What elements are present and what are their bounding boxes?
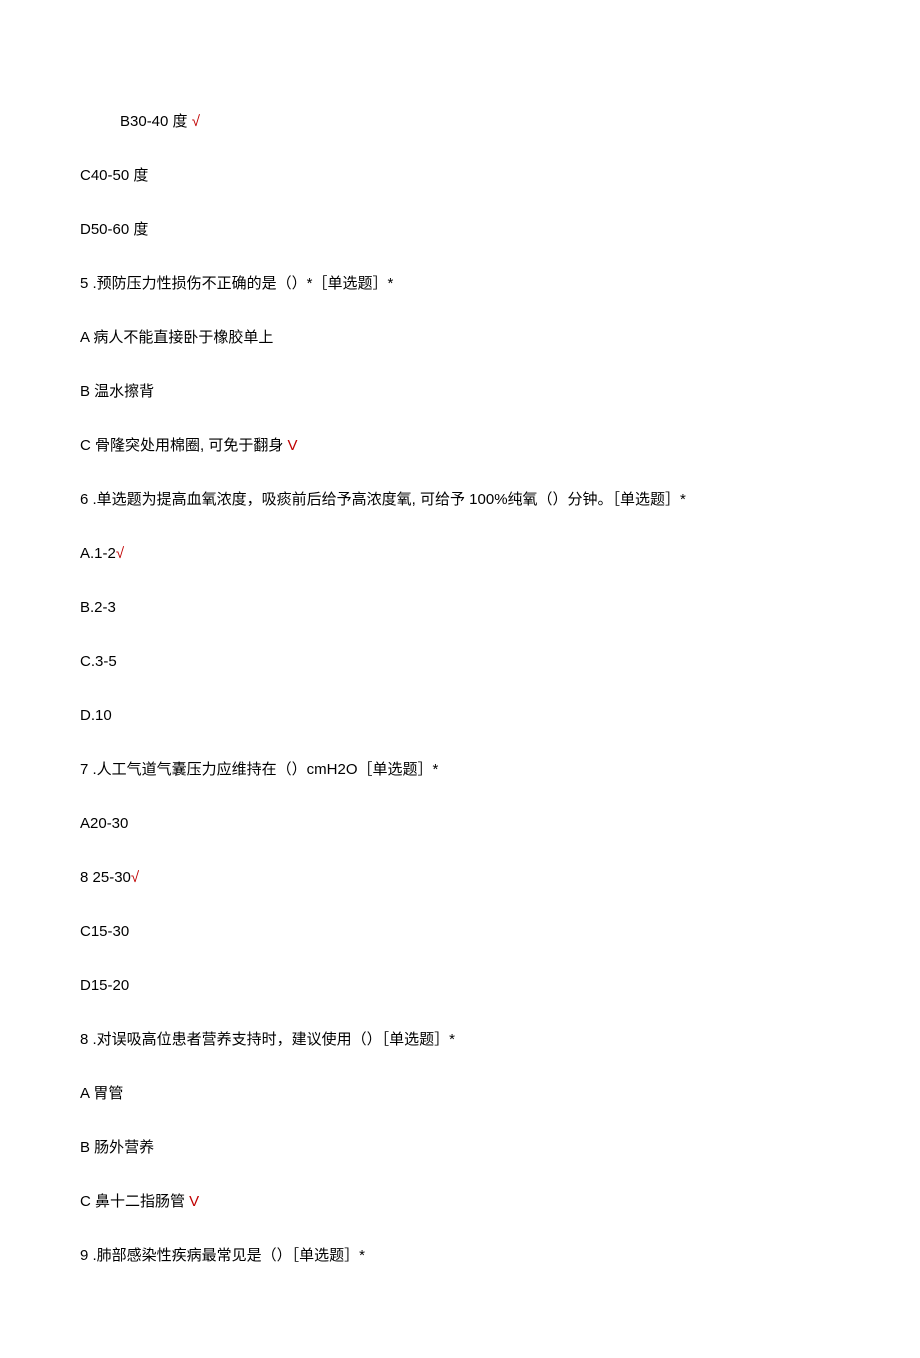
text-line-8: A.1-2√ <box>80 542 840 566</box>
line-text: D.10 <box>80 707 112 724</box>
check-mark-icon: √ <box>116 545 124 562</box>
line-text: A 病人不能直接卧于橡胶单上 <box>80 329 273 346</box>
line-text: 7 .人工气道气囊压力应维持在（）cmH2O［单选题］* <box>80 761 438 778</box>
text-line-2: D50-60 度 <box>80 218 840 242</box>
text-line-21: 9 .肺部感染性疾病最常见是（）［单选题］* <box>80 1244 840 1268</box>
text-line-13: A20-30 <box>80 812 840 836</box>
text-line-6: C 骨隆突处用棉圈, 可免于翻身 V <box>80 434 840 458</box>
line-text: C40-50 度 <box>80 167 148 184</box>
text-line-11: D.10 <box>80 704 840 728</box>
text-line-15: C15-30 <box>80 920 840 944</box>
text-line-19: B 肠外营养 <box>80 1136 840 1160</box>
text-line-10: C.3-5 <box>80 650 840 674</box>
line-text: 9 .肺部感染性疾病最常见是（）［单选题］* <box>80 1247 365 1264</box>
line-text: D15-20 <box>80 977 129 994</box>
line-text: C.3-5 <box>80 653 117 670</box>
line-text: 8 25-30 <box>80 869 131 886</box>
line-text: B30-40 度 <box>120 113 188 130</box>
text-line-3: 5 .预防压力性损伤不正确的是（）*［单选题］* <box>80 272 840 296</box>
line-text: D50-60 度 <box>80 221 148 238</box>
line-text: B 温水擦背 <box>80 383 154 400</box>
text-line-20: C 鼻十二指肠管 V <box>80 1190 840 1214</box>
text-line-1: C40-50 度 <box>80 164 840 188</box>
check-mark-icon: √ <box>131 869 139 886</box>
text-line-7: 6 .单选题为提高血氧浓度，吸痰前后给予高浓度氧, 可给予 100%纯氧（）分钟… <box>80 488 840 512</box>
text-line-12: 7 .人工气道气囊压力应维持在（）cmH2O［单选题］* <box>80 758 840 782</box>
text-line-5: B 温水擦背 <box>80 380 840 404</box>
check-mark-icon: V <box>283 437 297 454</box>
text-line-0: B30-40 度 √ <box>80 110 840 134</box>
line-text: C 鼻十二指肠管 <box>80 1193 185 1210</box>
line-text: 8 .对误吸高位患者营养支持时，建议使用（）［单选题］* <box>80 1031 455 1048</box>
line-text: B 肠外营养 <box>80 1139 154 1156</box>
line-text: 6 .单选题为提高血氧浓度，吸痰前后给予高浓度氧, 可给予 100%纯氧（）分钟… <box>80 491 686 508</box>
line-text: C15-30 <box>80 923 129 940</box>
text-line-17: 8 .对误吸高位患者营养支持时，建议使用（）［单选题］* <box>80 1028 840 1052</box>
line-text: A20-30 <box>80 815 128 832</box>
check-mark-icon: V <box>185 1193 199 1210</box>
line-text: B.2-3 <box>80 599 116 616</box>
line-text: 5 .预防压力性损伤不正确的是（）*［单选题］* <box>80 275 393 292</box>
document-content: B30-40 度 √ C40-50 度 D50-60 度 5 .预防压力性损伤不正确的… <box>80 110 840 1268</box>
check-mark-icon: √ <box>188 113 200 130</box>
line-text: A.1-2 <box>80 545 116 562</box>
text-line-4: A 病人不能直接卧于橡胶单上 <box>80 326 840 350</box>
text-line-9: B.2-3 <box>80 596 840 620</box>
text-line-16: D15-20 <box>80 974 840 998</box>
text-line-14: 8 25-30√ <box>80 866 840 890</box>
text-line-18: A 胃管 <box>80 1082 840 1106</box>
line-text: C 骨隆突处用棉圈, 可免于翻身 <box>80 437 283 454</box>
line-text: A 胃管 <box>80 1085 123 1102</box>
